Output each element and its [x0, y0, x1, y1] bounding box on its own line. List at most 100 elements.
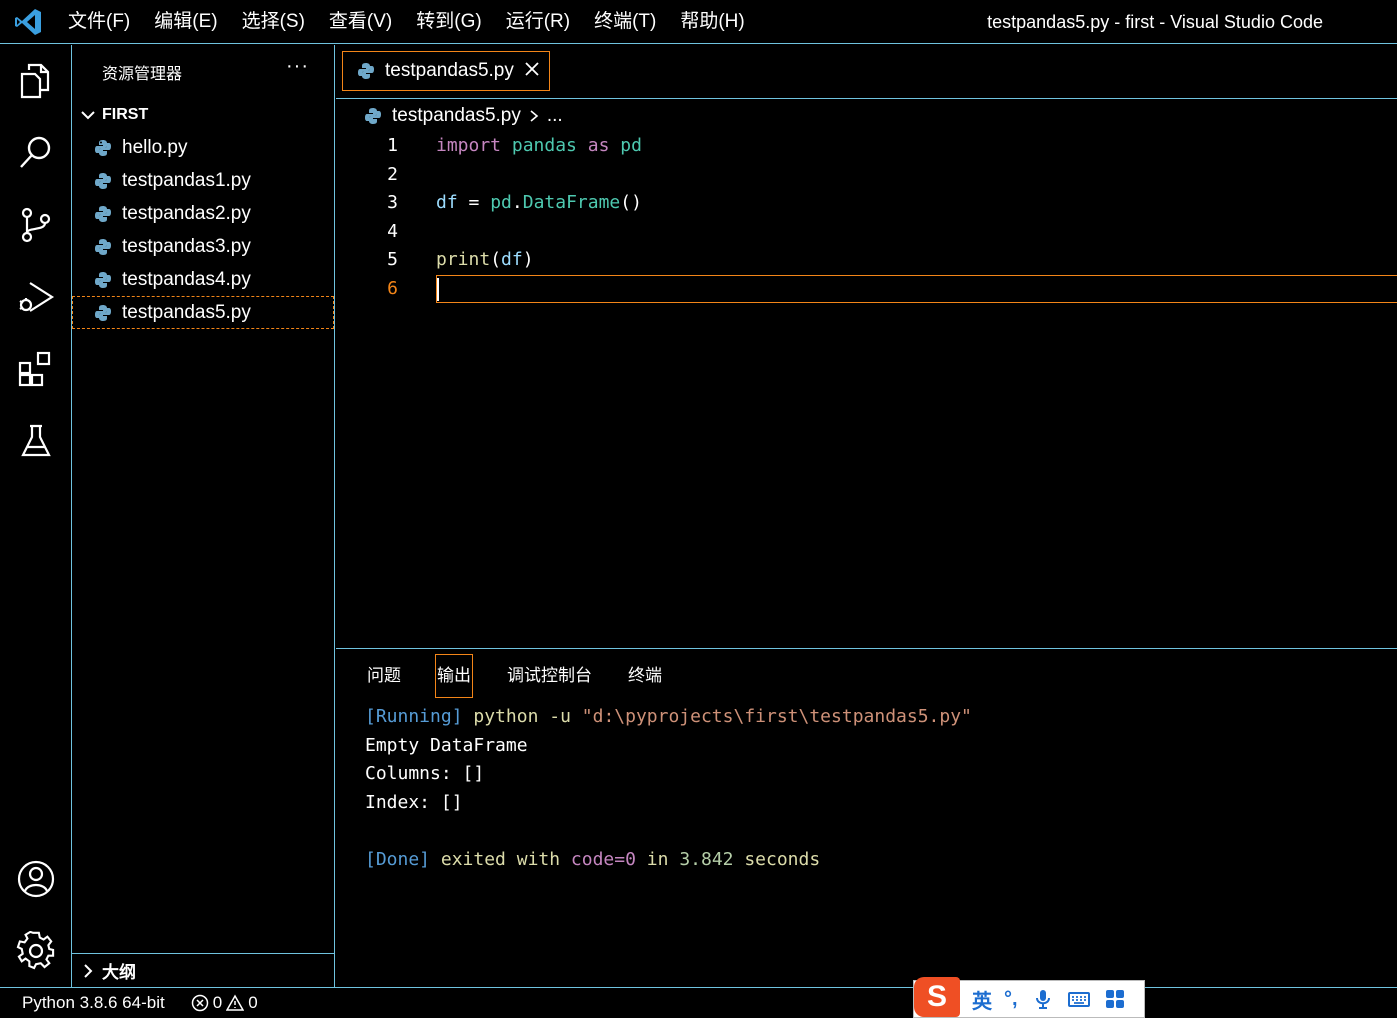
current-code-line: 6 [336, 274, 1397, 304]
command-path: "d:\pyprojects\first\testpandas5.py" [581, 706, 972, 727]
output-line: [Done] exited with code=0 in 3.842 secon… [365, 846, 972, 875]
code-line: 3 df = pd.DataFrame() [336, 189, 1397, 218]
activity-bar [0, 45, 72, 987]
more-actions-icon[interactable]: ··· [286, 55, 309, 78]
tab-terminal[interactable]: 终端 [627, 655, 663, 697]
code-line: 1 import pandas as pd [336, 132, 1397, 161]
menu-file[interactable]: 文件(F) [56, 0, 142, 44]
output-line: Index: [] [365, 791, 463, 813]
extensions-icon[interactable] [16, 349, 56, 389]
file-list: hello.py testpandas1.py testpandas2.py t… [72, 131, 334, 329]
file-item-testpandas3[interactable]: testpandas3.py [72, 230, 334, 263]
class-token: DataFrame [522, 192, 621, 213]
python-interpreter[interactable]: Python 3.8.6 64-bit [22, 993, 165, 1013]
title-bar: 文件(F) 编辑(E) 选择(S) 查看(V) 转到(G) 运行(R) 终端(T… [0, 0, 1397, 44]
vscode-logo-icon [12, 6, 44, 38]
paren-token: ) [522, 249, 534, 270]
editor-tab-bar: testpandas5.py [336, 45, 1397, 99]
editor-tab-testpandas5[interactable]: testpandas5.py [342, 51, 550, 91]
microphone-icon[interactable] [1032, 988, 1054, 1010]
warning-icon [226, 994, 245, 1011]
testing-icon[interactable] [16, 421, 56, 461]
code-line: 4 [336, 218, 1397, 247]
file-item-testpandas2[interactable]: testpandas2.py [72, 197, 334, 230]
breadcrumb-file[interactable]: testpandas5.py [392, 105, 521, 127]
problems-status[interactable]: 0 0 [187, 993, 258, 1013]
file-name: hello.py [122, 136, 188, 158]
search-icon[interactable] [16, 133, 56, 173]
ime-logo[interactable]: S [914, 977, 960, 1017]
file-item-testpandas1[interactable]: testpandas1.py [72, 164, 334, 197]
toolbox-grid-icon[interactable] [1104, 988, 1126, 1010]
python-file-icon [95, 139, 111, 156]
tab-problems[interactable]: 问题 [366, 655, 402, 697]
done-text: in [635, 848, 680, 870]
ime-toolbar: S 英 °, [913, 977, 1145, 1018]
keyword-token: as [587, 135, 610, 156]
ime-punctuation-toggle[interactable]: °, [1004, 988, 1018, 1011]
explorer-icon[interactable] [16, 61, 56, 101]
paren-token: ( [490, 249, 502, 270]
tab-debug-console[interactable]: 调试控制台 [506, 655, 593, 697]
panel-tabs: 问题 输出 调试控制台 终端 [366, 654, 697, 698]
error-icon [191, 994, 208, 1012]
outline-label: 大纲 [102, 963, 136, 982]
tab-output[interactable]: 输出 [435, 654, 473, 698]
file-name: testpandas3.py [122, 235, 251, 257]
run-debug-icon[interactable] [16, 277, 56, 317]
python-file-icon [95, 172, 111, 189]
bottom-panel: 问题 输出 调试控制台 终端 [Running] python -u "d:\p… [336, 648, 1397, 987]
status-bar: Python 3.8.6 64-bit 0 0 [0, 987, 1397, 1018]
chevron-right-icon [84, 963, 93, 978]
elapsed-time: 3.842 [679, 848, 734, 870]
ime-language-toggle[interactable]: 英 [972, 985, 992, 1014]
menu-help[interactable]: 帮助(H) [668, 0, 756, 44]
chevron-down-icon [81, 111, 95, 120]
file-name: testpandas1.py [122, 169, 251, 191]
output-line: Columns: [] [365, 763, 485, 784]
account-icon[interactable] [16, 859, 56, 899]
command-prefix: python -u [462, 706, 582, 727]
outline-section-header[interactable]: 大纲 [72, 953, 334, 987]
code-editor[interactable]: 1 import pandas as pd 2 3 df = pd.DataFr… [336, 132, 1397, 303]
file-item-testpandas5[interactable]: testpandas5.py [72, 296, 334, 329]
sidebar-title: 资源管理器 [102, 66, 183, 83]
variable-token: df [501, 249, 523, 270]
running-tag: [Running] [365, 706, 463, 727]
output-line: Empty DataFrame [365, 734, 528, 756]
menu-bar: 文件(F) 编辑(E) 选择(S) 查看(V) 转到(G) 运行(R) 终端(T… [56, 0, 757, 44]
python-file-icon [95, 205, 111, 222]
source-control-icon[interactable] [16, 205, 56, 245]
close-icon[interactable] [523, 60, 541, 78]
error-count: 0 [212, 993, 223, 1012]
file-item-testpandas4[interactable]: testpandas4.py [72, 263, 334, 296]
output-view[interactable]: [Running] python -u "d:\pyprojects\first… [365, 703, 972, 874]
done-text: exited with [430, 848, 571, 870]
python-file-icon [95, 271, 111, 288]
folder-name: FIRST [102, 106, 149, 123]
menu-view[interactable]: 查看(V) [317, 0, 404, 44]
menu-selection[interactable]: 选择(S) [230, 0, 317, 44]
menu-edit[interactable]: 编辑(E) [142, 0, 229, 44]
breadcrumb-symbols[interactable]: ... [547, 105, 563, 127]
current-line-highlight [436, 274, 1397, 303]
menu-terminal[interactable]: 终端(T) [582, 0, 668, 44]
code-line: 5 print(df) [336, 246, 1397, 275]
settings-gear-icon[interactable] [16, 930, 56, 971]
keyboard-icon[interactable] [1067, 988, 1090, 1010]
line-number: 4 [387, 220, 398, 242]
menu-run[interactable]: 运行(R) [494, 0, 582, 44]
operator-token: = [457, 192, 491, 213]
line-number: 5 [387, 249, 398, 270]
line-number: 2 [387, 163, 398, 185]
menu-go[interactable]: 转到(G) [404, 0, 493, 44]
folder-section-header[interactable]: FIRST [78, 103, 148, 127]
text-cursor [437, 277, 439, 301]
keyword-token: import [436, 135, 502, 156]
exit-code: code=0 [570, 848, 636, 870]
window-title: testpandas5.py - first - Visual Studio C… [987, 12, 1323, 32]
file-item-hello[interactable]: hello.py [72, 131, 334, 164]
explorer-sidebar: 资源管理器 ··· FIRST hello.py testpandas1.py … [72, 45, 335, 987]
paren-token: () [620, 192, 642, 213]
function-token: print [436, 249, 491, 270]
